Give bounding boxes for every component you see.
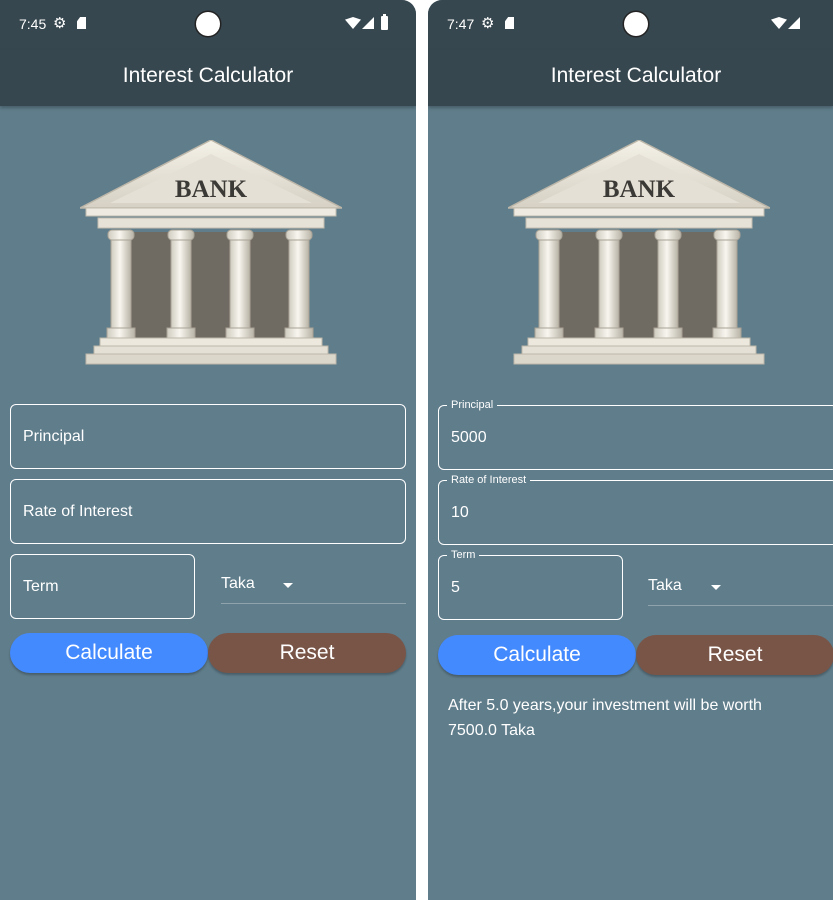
camera-cutout bbox=[196, 12, 220, 36]
bank-sign: BANK bbox=[175, 176, 248, 203]
currency-dropdown[interactable]: Taka bbox=[221, 553, 406, 604]
currency-selected: Taka bbox=[221, 575, 255, 592]
principal-label: Principal bbox=[447, 398, 498, 412]
battery-icon bbox=[381, 14, 388, 30]
rate-placeholder: Rate of Interest bbox=[23, 502, 133, 520]
term-field[interactable]: Term 5 bbox=[438, 548, 623, 620]
wifi-icon bbox=[345, 17, 361, 29]
dropdown-arrow-icon bbox=[711, 585, 721, 590]
status-bar: 7:45 ⚙ bbox=[0, 0, 416, 50]
camera-cutout bbox=[624, 12, 648, 36]
screen-with-result: 7:47 ⚙ Interest Calculator BANK Principa… bbox=[428, 0, 833, 900]
status-bar: 7:47 ⚙ bbox=[428, 0, 833, 50]
app-title: Interest Calculator bbox=[550, 64, 722, 87]
principal-field[interactable]: Principal bbox=[10, 404, 406, 469]
principal-placeholder: Principal bbox=[23, 427, 85, 445]
app-title: Interest Calculator bbox=[122, 64, 294, 87]
dropdown-arrow-icon bbox=[283, 583, 293, 588]
signal-icon bbox=[362, 17, 374, 29]
bank-building-icon: BANK bbox=[80, 140, 342, 365]
term-label: Term bbox=[447, 548, 480, 562]
calculate-button[interactable]: Calculate bbox=[438, 635, 636, 675]
bank-building-icon: BANK bbox=[508, 140, 770, 365]
currency-selected: Taka bbox=[648, 577, 682, 594]
bank-sign: BANK bbox=[603, 176, 676, 203]
screen-empty-form: 7:45 ⚙ Interest Calculator BANK Principa… bbox=[0, 0, 416, 900]
signal-icon bbox=[788, 17, 800, 29]
rate-label: Rate of Interest bbox=[447, 473, 531, 487]
settings-gear-icon: ⚙ bbox=[481, 15, 495, 32]
principal-field[interactable]: Principal 5000 bbox=[438, 398, 833, 470]
term-field[interactable]: Term bbox=[10, 554, 195, 619]
settings-gear-icon: ⚙ bbox=[53, 15, 67, 32]
rate-of-interest-field[interactable]: Rate of Interest bbox=[10, 479, 406, 544]
sim-card-icon bbox=[505, 17, 514, 29]
status-time: 7:47 bbox=[447, 16, 475, 32]
calculate-button[interactable]: Calculate bbox=[10, 633, 208, 673]
term-value: 5 bbox=[451, 578, 460, 596]
principal-value: 5000 bbox=[451, 428, 487, 446]
term-placeholder: Term bbox=[23, 577, 59, 595]
reset-button[interactable]: Reset bbox=[208, 633, 406, 673]
status-time: 7:45 bbox=[19, 16, 47, 32]
currency-dropdown[interactable]: Taka bbox=[648, 555, 833, 606]
wifi-icon bbox=[771, 17, 787, 29]
reset-button[interactable]: Reset bbox=[636, 635, 833, 675]
rate-of-interest-field[interactable]: Rate of Interest 10 bbox=[438, 473, 833, 545]
result-text: After 5.0 years,your investment will be … bbox=[448, 697, 762, 739]
sim-card-icon bbox=[77, 17, 86, 29]
rate-value: 10 bbox=[451, 503, 469, 521]
